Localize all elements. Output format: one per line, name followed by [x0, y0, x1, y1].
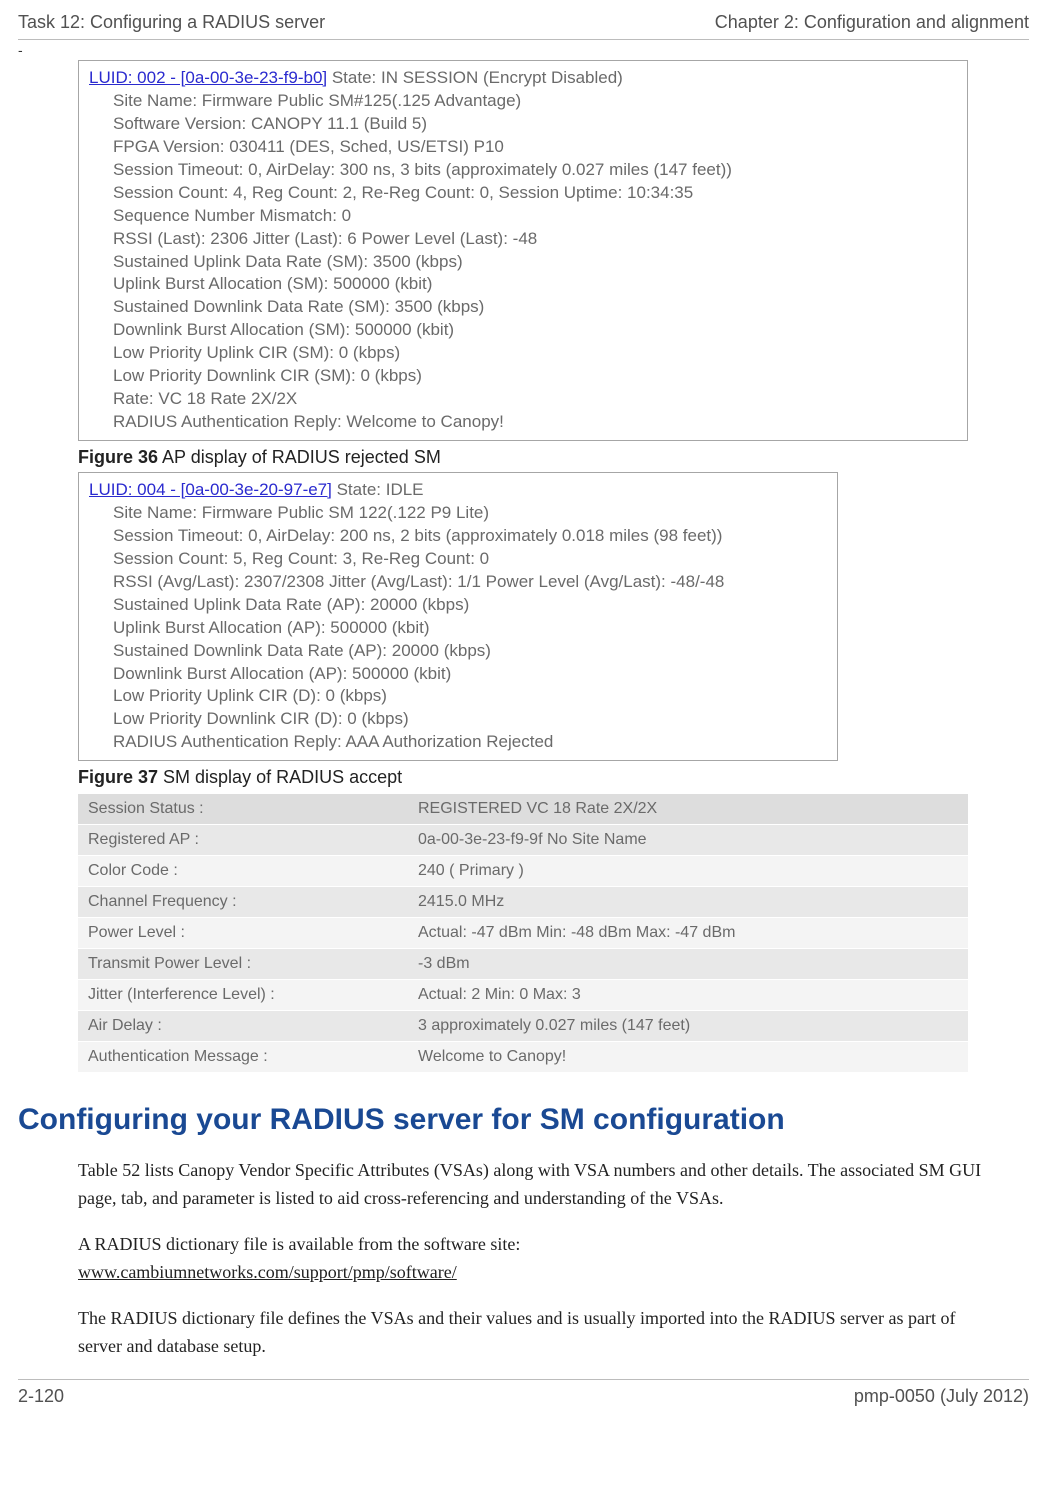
row-value: Actual: -47 dBm Min: -48 dBm Max: -47 dB…	[408, 918, 968, 949]
session-line: Low Priority Downlink CIR (SM): 0 (kbps)	[113, 365, 957, 388]
session-line: Site Name: Firmware Public SM#125(.125 A…	[113, 90, 957, 113]
row-label: Jitter (Interference Level) :	[78, 980, 408, 1011]
page-header: Task 12: Configuring a RADIUS server Cha…	[18, 12, 1029, 33]
table-row: Channel Frequency :2415.0 MHz	[78, 887, 968, 918]
session-line: Low Priority Uplink CIR (SM): 0 (kbps)	[113, 342, 957, 365]
page-number: 2-120	[18, 1386, 64, 1407]
session-line: Session Timeout: 0, AirDelay: 300 ns, 3 …	[113, 159, 957, 182]
session-line: RSSI (Avg/Last): 2307/2308 Jitter (Avg/L…	[113, 571, 827, 594]
session-line: Session Count: 5, Reg Count: 3, Re-Reg C…	[113, 548, 827, 571]
luid-link[interactable]: LUID: 004 - [0a-00-3e-20-97-e7]	[89, 480, 332, 499]
session-line: Site Name: Firmware Public SM 122(.122 P…	[113, 502, 827, 525]
software-link[interactable]: www.cambiumnetworks.com/support/pmp/soft…	[78, 1262, 457, 1282]
table-row: Color Code :240 ( Primary )	[78, 856, 968, 887]
session-line: Uplink Burst Allocation (AP): 500000 (kb…	[113, 617, 827, 640]
state-text: State: IN SESSION (Encrypt Disabled)	[327, 68, 623, 87]
row-value: 2415.0 MHz	[408, 887, 968, 918]
section-heading: Configuring your RADIUS server for SM co…	[18, 1103, 997, 1137]
table-row: Power Level :Actual: -47 dBm Min: -48 dB…	[78, 918, 968, 949]
screenshot-ap-session: LUID: 002 - [0a-00-3e-23-f9-b0] State: I…	[78, 60, 968, 441]
session-line: FPGA Version: 030411 (DES, Sched, US/ETS…	[113, 136, 957, 159]
row-value: 0a-00-3e-23-f9-9f No Site Name	[408, 825, 968, 856]
row-label: Air Delay :	[78, 1011, 408, 1042]
session-line: Sequence Number Mismatch: 0	[113, 205, 957, 228]
row-label: Power Level :	[78, 918, 408, 949]
paragraph-vsa-defines: The RADIUS dictionary file defines the V…	[78, 1305, 997, 1361]
session-line: Sustained Uplink Data Rate (AP): 20000 (…	[113, 594, 827, 617]
row-label: Transmit Power Level :	[78, 949, 408, 980]
figure-37-desc: SM display of RADIUS accept	[158, 767, 402, 787]
luid-line: LUID: 002 - [0a-00-3e-23-f9-b0] State: I…	[89, 67, 957, 90]
figure-36-caption: Figure 36 AP display of RADIUS rejected …	[78, 447, 997, 468]
session-details: Site Name: Firmware Public SM#125(.125 A…	[89, 90, 957, 434]
header-left: Task 12: Configuring a RADIUS server	[18, 12, 325, 33]
session-line: Rate: VC 18 Rate 2X/2X	[113, 388, 957, 411]
session-line: Downlink Burst Allocation (SM): 500000 (…	[113, 319, 957, 342]
main-content: LUID: 002 - [0a-00-3e-23-f9-b0] State: I…	[18, 60, 1029, 1361]
session-line: Sustained Downlink Data Rate (AP): 20000…	[113, 640, 827, 663]
luid-line: LUID: 004 - [0a-00-3e-20-97-e7] State: I…	[89, 479, 827, 502]
table-row: Air Delay :3 approximately 0.027 miles (…	[78, 1011, 968, 1042]
session-line: RADIUS Authentication Reply: AAA Authori…	[113, 731, 827, 754]
row-value: 240 ( Primary )	[408, 856, 968, 887]
row-value: 3 approximately 0.027 miles (147 feet)	[408, 1011, 968, 1042]
header-right: Chapter 2: Configuration and alignment	[715, 12, 1029, 33]
session-line: RADIUS Authentication Reply: Welcome to …	[113, 411, 957, 434]
row-value: Actual: 2 Min: 0 Max: 3	[408, 980, 968, 1011]
session-details: Site Name: Firmware Public SM 122(.122 P…	[89, 502, 827, 754]
session-line: RSSI (Last): 2306 Jitter (Last): 6 Power…	[113, 228, 957, 251]
session-line: Downlink Burst Allocation (AP): 500000 (…	[113, 663, 827, 686]
row-value: REGISTERED VC 18 Rate 2X/2X	[408, 794, 968, 825]
dash-mark: -	[18, 42, 1029, 58]
session-line: Low Priority Uplink CIR (D): 0 (kbps)	[113, 685, 827, 708]
doc-id: pmp-0050 (July 2012)	[854, 1386, 1029, 1407]
session-line: Sustained Downlink Data Rate (SM): 3500 …	[113, 296, 957, 319]
figure-36-desc: AP display of RADIUS rejected SM	[158, 447, 441, 467]
state-text: State: IDLE	[332, 480, 424, 499]
row-label: Session Status :	[78, 794, 408, 825]
figure-37-label: Figure 37	[78, 767, 158, 787]
session-line: Uplink Burst Allocation (SM): 500000 (kb…	[113, 273, 957, 296]
session-line: Low Priority Downlink CIR (D): 0 (kbps)	[113, 708, 827, 731]
paragraph-dictionary: A RADIUS dictionary file is available fr…	[78, 1231, 997, 1287]
luid-link[interactable]: LUID: 002 - [0a-00-3e-23-f9-b0]	[89, 68, 327, 87]
row-label: Channel Frequency :	[78, 887, 408, 918]
sm-status-table: Session Status :REGISTERED VC 18 Rate 2X…	[78, 794, 968, 1073]
row-label: Authentication Message :	[78, 1042, 408, 1073]
row-value: -3 dBm	[408, 949, 968, 980]
table-row: Session Status :REGISTERED VC 18 Rate 2X…	[78, 794, 968, 825]
figure-36-label: Figure 36	[78, 447, 158, 467]
row-value: Welcome to Canopy!	[408, 1042, 968, 1073]
table-row: Registered AP :0a-00-3e-23-f9-9f No Site…	[78, 825, 968, 856]
header-rule	[18, 39, 1029, 40]
table-row: Jitter (Interference Level) :Actual: 2 M…	[78, 980, 968, 1011]
paragraph-vsa-intro: Table 52 lists Canopy Vendor Specific At…	[78, 1157, 997, 1213]
screenshot-ap-rejected: LUID: 004 - [0a-00-3e-20-97-e7] State: I…	[78, 472, 838, 761]
row-label: Color Code :	[78, 856, 408, 887]
row-label: Registered AP :	[78, 825, 408, 856]
session-line: Sustained Uplink Data Rate (SM): 3500 (k…	[113, 251, 957, 274]
session-line: Software Version: CANOPY 11.1 (Build 5)	[113, 113, 957, 136]
session-line: Session Count: 4, Reg Count: 2, Re-Reg C…	[113, 182, 957, 205]
page-footer: 2-120 pmp-0050 (July 2012)	[18, 1380, 1029, 1407]
table-row: Transmit Power Level :-3 dBm	[78, 949, 968, 980]
session-line: Session Timeout: 0, AirDelay: 200 ns, 2 …	[113, 525, 827, 548]
table-row: Authentication Message :Welcome to Canop…	[78, 1042, 968, 1073]
figure-37-caption: Figure 37 SM display of RADIUS accept	[78, 767, 997, 788]
dictionary-text: A RADIUS dictionary file is available fr…	[78, 1234, 520, 1254]
